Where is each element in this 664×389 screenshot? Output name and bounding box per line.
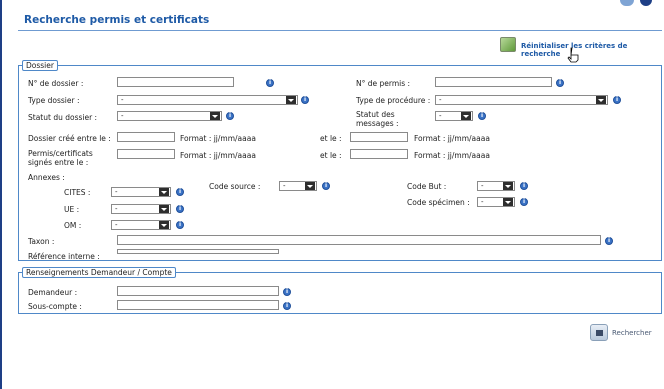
om-select[interactable]: - bbox=[111, 220, 171, 230]
statut-messages-select[interactable]: - bbox=[435, 111, 473, 121]
permis-signes-format-label: Format : jj/mm/aaaa bbox=[180, 151, 256, 160]
chevron-down-icon[interactable] bbox=[503, 198, 513, 206]
cites-label: CITES : bbox=[64, 188, 91, 197]
taxon-label: Taxon : bbox=[28, 237, 55, 246]
statut-messages-value: - bbox=[439, 112, 442, 120]
om-label: OM : bbox=[64, 221, 82, 230]
demandeur-input[interactable] bbox=[117, 286, 279, 296]
statut-dossier-info-icon[interactable]: i bbox=[226, 112, 234, 120]
dossier-cree-label: Dossier créé entre le : bbox=[28, 134, 111, 143]
chevron-down-icon[interactable] bbox=[159, 205, 169, 213]
sous-compte-info-icon[interactable]: i bbox=[283, 302, 291, 310]
type-dossier-select[interactable]: - bbox=[117, 95, 298, 105]
code-specimen-value: - bbox=[481, 198, 484, 206]
statut-dossier-select[interactable]: - bbox=[117, 111, 222, 121]
no-permis-info-icon[interactable]: i bbox=[556, 79, 564, 87]
chevron-down-icon[interactable] bbox=[210, 112, 220, 120]
no-permis-label: N° de permis : bbox=[356, 79, 411, 88]
cites-info-icon[interactable]: i bbox=[176, 188, 184, 196]
type-procedure-label: Type de procédure : bbox=[356, 96, 431, 105]
code-but-value: - bbox=[481, 182, 484, 190]
reset-criteria-link[interactable]: Réinitialiser les critères de recherche bbox=[521, 42, 664, 58]
code-but-label: Code But : bbox=[407, 182, 447, 191]
chevron-down-icon[interactable] bbox=[461, 112, 471, 120]
dossier-cree-format-label: Format : jj/mm/aaaa bbox=[180, 134, 256, 143]
window-frame-left bbox=[0, 0, 2, 389]
om-value: - bbox=[115, 221, 118, 229]
code-source-select[interactable]: - bbox=[279, 181, 317, 191]
demandeur-legend: Renseignements Demandeur / Compte bbox=[22, 267, 176, 278]
code-but-info-icon[interactable]: i bbox=[520, 182, 528, 190]
code-specimen-select[interactable]: - bbox=[477, 197, 515, 207]
permis-signes-label: Permis/certificats signés entre le : bbox=[28, 149, 93, 167]
code-source-info-icon[interactable]: i bbox=[322, 182, 330, 190]
page-title: Recherche permis et certificats bbox=[24, 14, 210, 26]
type-dossier-info-icon[interactable]: i bbox=[301, 96, 309, 104]
ue-label: UE : bbox=[64, 205, 80, 214]
permis-signes-et-le-label: et le : bbox=[320, 151, 342, 160]
ue-select[interactable]: - bbox=[111, 204, 171, 214]
chevron-down-icon[interactable] bbox=[159, 188, 169, 196]
ue-info-icon[interactable]: i bbox=[176, 205, 184, 213]
type-procedure-info-icon[interactable]: i bbox=[613, 96, 621, 104]
permis-signes-from-input[interactable] bbox=[117, 149, 175, 159]
statut-messages-label: Statut des messages : bbox=[356, 110, 399, 128]
chevron-down-icon[interactable] bbox=[286, 96, 296, 104]
ue-value: - bbox=[115, 205, 118, 213]
search-icon[interactable] bbox=[590, 324, 608, 341]
chevron-down-icon[interactable] bbox=[596, 96, 606, 104]
ref-interne-input[interactable] bbox=[117, 249, 279, 254]
cites-select[interactable]: - bbox=[111, 187, 171, 197]
statut-dossier-value: - bbox=[121, 112, 124, 120]
type-dossier-value: - bbox=[121, 96, 124, 104]
type-procedure-value: - bbox=[439, 96, 442, 104]
statut-dossier-label: Statut du dossier : bbox=[28, 113, 98, 122]
chevron-down-icon[interactable] bbox=[159, 221, 169, 229]
annexes-label: Annexes : bbox=[28, 173, 65, 182]
chevron-down-icon[interactable] bbox=[503, 182, 513, 190]
demandeur-label: Demandeur : bbox=[28, 288, 78, 297]
top-left-icon[interactable] bbox=[620, 0, 634, 6]
no-dossier-info-icon[interactable]: i bbox=[266, 79, 274, 87]
search-button[interactable]: Rechercher bbox=[612, 329, 652, 337]
code-source-value: - bbox=[283, 182, 286, 190]
code-but-select[interactable]: - bbox=[477, 181, 515, 191]
chevron-down-icon[interactable] bbox=[305, 182, 315, 190]
type-procedure-select[interactable]: - bbox=[435, 95, 608, 105]
dossier-cree-to-input[interactable] bbox=[350, 132, 408, 142]
sous-compte-label: Sous-compte : bbox=[28, 302, 82, 311]
code-specimen-info-icon[interactable]: i bbox=[520, 198, 528, 206]
demandeur-info-icon[interactable]: i bbox=[283, 288, 291, 296]
title-divider bbox=[18, 30, 662, 31]
taxon-info-icon[interactable]: i bbox=[605, 237, 613, 245]
top-right-icon[interactable] bbox=[640, 0, 652, 6]
demandeur-section bbox=[18, 272, 662, 314]
code-source-label: Code source : bbox=[209, 182, 261, 191]
taxon-input[interactable] bbox=[117, 235, 601, 245]
no-dossier-label: N° de dossier : bbox=[28, 79, 84, 88]
reset-icon[interactable] bbox=[500, 37, 516, 52]
type-dossier-label: Type dossier : bbox=[28, 96, 80, 105]
no-dossier-input[interactable] bbox=[117, 77, 234, 87]
statut-messages-info-icon[interactable]: i bbox=[478, 112, 486, 120]
ref-interne-label: Référence interne : bbox=[28, 252, 100, 261]
dossier-legend: Dossier bbox=[22, 60, 58, 71]
hand-cursor-icon bbox=[567, 47, 579, 63]
om-info-icon[interactable]: i bbox=[176, 221, 184, 229]
no-permis-input[interactable] bbox=[435, 77, 552, 87]
dossier-cree-from-input[interactable] bbox=[117, 132, 175, 142]
permis-signes-to-input[interactable] bbox=[350, 149, 408, 159]
cites-value: - bbox=[115, 188, 118, 196]
dossier-cree-et-le-label: et le : bbox=[320, 134, 342, 143]
code-specimen-label: Code spécimen : bbox=[407, 198, 470, 207]
permis-signes-format2-label: Format : jj/mm/aaaa bbox=[414, 151, 490, 160]
sous-compte-input[interactable] bbox=[117, 300, 279, 310]
dossier-cree-format2-label: Format : jj/mm/aaaa bbox=[414, 134, 490, 143]
